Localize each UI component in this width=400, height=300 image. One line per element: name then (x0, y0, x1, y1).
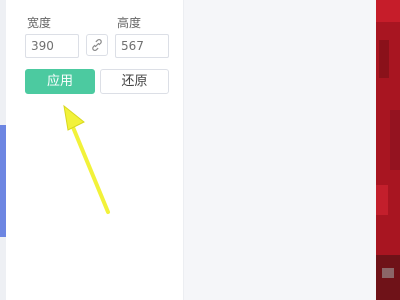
image-preview (376, 0, 400, 300)
height-input[interactable]: 567 (115, 34, 169, 58)
annotation-arrow (63, 104, 110, 214)
width-input[interactable]: 390 (25, 34, 79, 58)
height-label: 高度 (117, 16, 142, 30)
link-ratio-button[interactable] (86, 34, 108, 56)
apply-button[interactable]: 应用 (25, 69, 95, 94)
link-chain-icon (92, 39, 102, 51)
screen: 宽度 高度 390 567 应用 还原 (0, 0, 400, 300)
reset-button[interactable]: 还原 (100, 69, 169, 94)
width-label: 宽度 (27, 16, 52, 30)
